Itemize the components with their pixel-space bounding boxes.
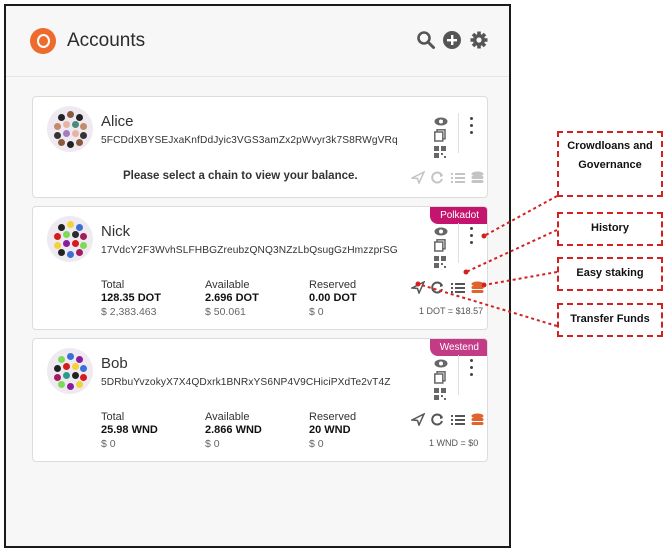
annotation-history: History bbox=[557, 212, 663, 246]
arrow-staking bbox=[483, 271, 558, 286]
annotation-transfer: Transfer Funds bbox=[557, 303, 663, 337]
arrow-history bbox=[465, 229, 558, 273]
arrow-crowdloans bbox=[483, 195, 558, 237]
arrow-transfer bbox=[417, 283, 558, 327]
annotation-staking: Easy staking bbox=[557, 257, 663, 291]
annotation-crowdloans: Crowdloans and Governance bbox=[557, 131, 663, 197]
